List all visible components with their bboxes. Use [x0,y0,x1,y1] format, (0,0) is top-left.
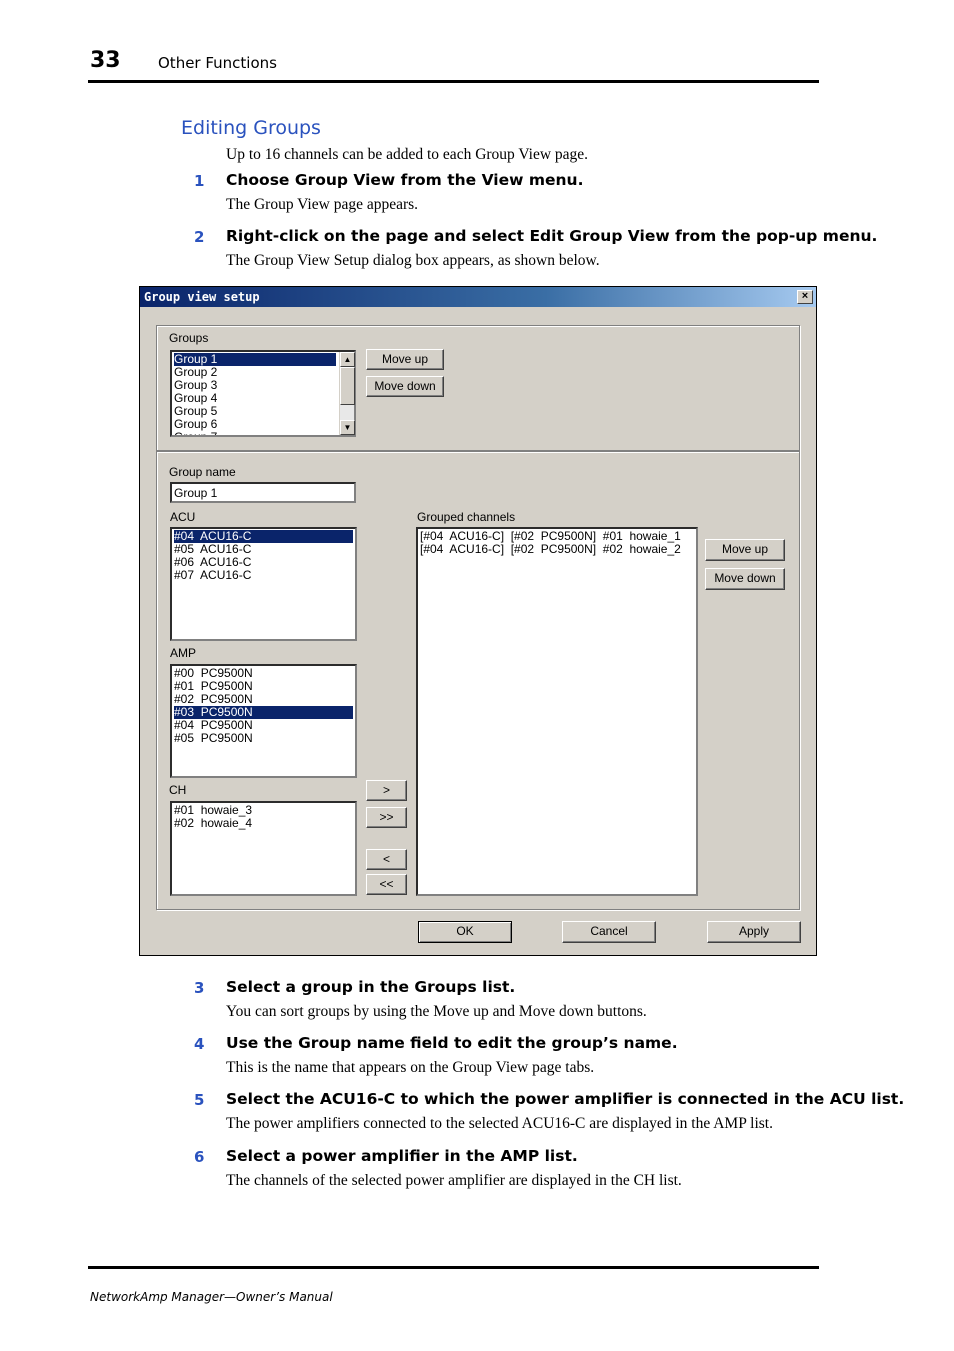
section-title: Other Functions [158,54,277,72]
ch-list[interactable]: #01 howaie_3 #02 howaie_4 [170,801,357,896]
groups-move-down-button[interactable]: Move down [366,376,444,397]
step-title: Select a group in the Groups list. [226,978,516,996]
cancel-button[interactable]: Cancel [562,921,656,943]
step-title: Choose Group View from the View menu. [226,171,584,189]
dialog-title: Group view setup [144,290,260,304]
header-rule [88,80,819,83]
groups-label: Groups [169,331,209,345]
groups-list[interactable]: Group 1 Group 2 Group 3 Group 4 Group 5 Group… [170,350,356,437]
step-number: 1 [194,172,205,190]
add-all-button[interactable]: >> [366,807,407,828]
step-number: 3 [194,979,205,997]
list-item[interactable]: #07 ACU16-C [174,569,353,582]
grouped-channels-label: Grouped channels [417,510,516,524]
step-title: Select the ACU16-C to which the power am… [226,1090,905,1108]
close-icon[interactable]: × [797,290,813,304]
grouped-move-down-button[interactable]: Move down [705,568,785,590]
scroll-thumb[interactable] [340,367,355,405]
step-number: 5 [194,1091,205,1109]
step-number: 2 [194,228,205,246]
grouped-move-up-button[interactable]: Move up [705,539,785,561]
dialog-title-bar: Group view setup [140,287,816,307]
step-title: Select a power amplifier in the AMP list… [226,1147,578,1165]
group-name-input[interactable] [170,482,356,503]
step-text: The channels of the selected power ampli… [226,1172,682,1189]
step-title: Right-click on the page and select Edit … [226,227,878,245]
acu-label: ACU [170,510,196,524]
ch-label: CH [169,783,187,797]
section-heading: Editing Groups [181,117,321,139]
step-number: 4 [194,1035,205,1053]
step-text: You can sort groups by using the Move up… [226,1003,647,1020]
step-text: This is the name that appears on the Gro… [226,1059,595,1076]
acu-list[interactable]: #04 ACU16-C #05 ACU16-C #06 ACU16-C #07 ACU… [170,527,357,641]
scroll-down-icon[interactable]: ▼ [340,420,355,435]
remove-all-button[interactable]: << [366,874,407,895]
remove-button[interactable]: < [366,849,407,870]
intro-text: Up to 16 channels can be added to each G… [226,146,589,163]
footer-text: NetworkAmp Manager—Owner’s Manual [90,1290,333,1304]
step-number: 6 [194,1148,205,1166]
step-text: The power amplifiers connected to the se… [226,1115,773,1132]
amp-list[interactable]: #00 PC9500N #01 PC9500N #02 PC9500N #03 PC9… [170,664,357,778]
scroll-up-icon[interactable]: ▲ [340,352,355,367]
ok-button[interactable]: OK [418,921,512,943]
footer-rule [88,1266,819,1269]
step-title: Use the Group name field to edit the gro… [226,1034,678,1052]
groups-scrollbar[interactable]: ▲ ▼ [339,352,355,435]
list-item[interactable]: Group 7 [174,431,336,436]
grouped-channels-list[interactable]: [#04 ACU16-C] [#02 PC9500N] #01 howaie_1… [416,527,698,896]
list-item[interactable]: [#04 ACU16-C] [#02 PC9500N] #02 howaie_2 [420,543,694,556]
group-view-setup-dialog: Group view setup × Groups Group 1 Group 2… [139,286,817,956]
add-button[interactable]: > [366,780,407,801]
list-item[interactable]: #05 PC9500N [174,732,353,745]
list-item[interactable]: #02 howaie_4 [174,817,353,830]
groups-move-up-button[interactable]: Move up [366,349,444,370]
apply-button[interactable]: Apply [707,921,801,943]
page-number: 33 [90,48,121,73]
group-name-label: Group name [169,465,236,479]
step-text: The Group View page appears. [226,196,419,213]
amp-label: AMP [170,646,197,660]
step-text: The Group View Setup dialog box appears,… [226,252,600,269]
